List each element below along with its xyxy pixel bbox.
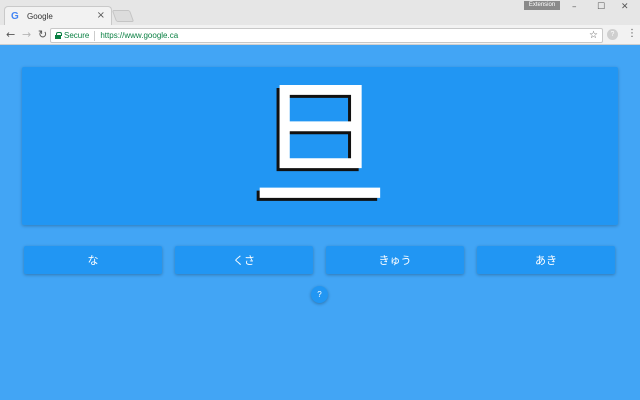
back-arrow-icon[interactable]: ← xyxy=(6,28,15,42)
answer-button-2[interactable]: くさ xyxy=(175,246,313,274)
quiz-page: 旦 な くさ きゅう あき ? xyxy=(0,46,640,400)
answer-button-3[interactable]: きゅう xyxy=(326,246,464,274)
address-bar[interactable]: Secure https://www.google.ca ☆ xyxy=(50,28,603,43)
maximize-icon[interactable]: ☐ xyxy=(597,2,605,12)
tab-title: Google xyxy=(27,11,53,21)
star-icon[interactable]: ☆ xyxy=(589,30,598,41)
browser-tab[interactable]: G Google × xyxy=(4,6,112,25)
answer-options: な くさ きゅう あき xyxy=(24,246,616,276)
omnibox-divider xyxy=(94,30,96,41)
extension-icon[interactable]: ? xyxy=(607,29,618,40)
lock-icon xyxy=(55,32,62,39)
answer-button-1[interactable]: な xyxy=(24,246,162,274)
menu-icon[interactable]: ⋮ xyxy=(627,28,637,40)
window-close-icon[interactable]: ✕ xyxy=(621,2,629,12)
new-tab-button[interactable] xyxy=(111,10,135,22)
answer-button-4[interactable]: あき xyxy=(477,246,615,274)
google-favicon-icon: G xyxy=(11,10,19,22)
reload-icon[interactable]: ↻ xyxy=(38,28,47,42)
browser-toolbar: ← → ↻ Secure https://www.google.ca ☆ xyxy=(0,25,640,45)
tab-strip: G Google × Extension – ☐ ✕ xyxy=(0,0,640,25)
secure-label: Secure xyxy=(64,31,90,40)
extension-badge: Extension xyxy=(524,1,560,10)
help-icon[interactable]: ? xyxy=(311,286,328,303)
url-text[interactable]: https://www.google.ca xyxy=(100,31,589,40)
forward-arrow-icon[interactable]: → xyxy=(22,28,31,42)
minimize-icon[interactable]: – xyxy=(572,2,577,12)
kanji-card: 旦 xyxy=(22,67,618,225)
kanji-character: 旦 xyxy=(250,65,389,226)
tab-close-icon[interactable]: × xyxy=(97,11,105,21)
